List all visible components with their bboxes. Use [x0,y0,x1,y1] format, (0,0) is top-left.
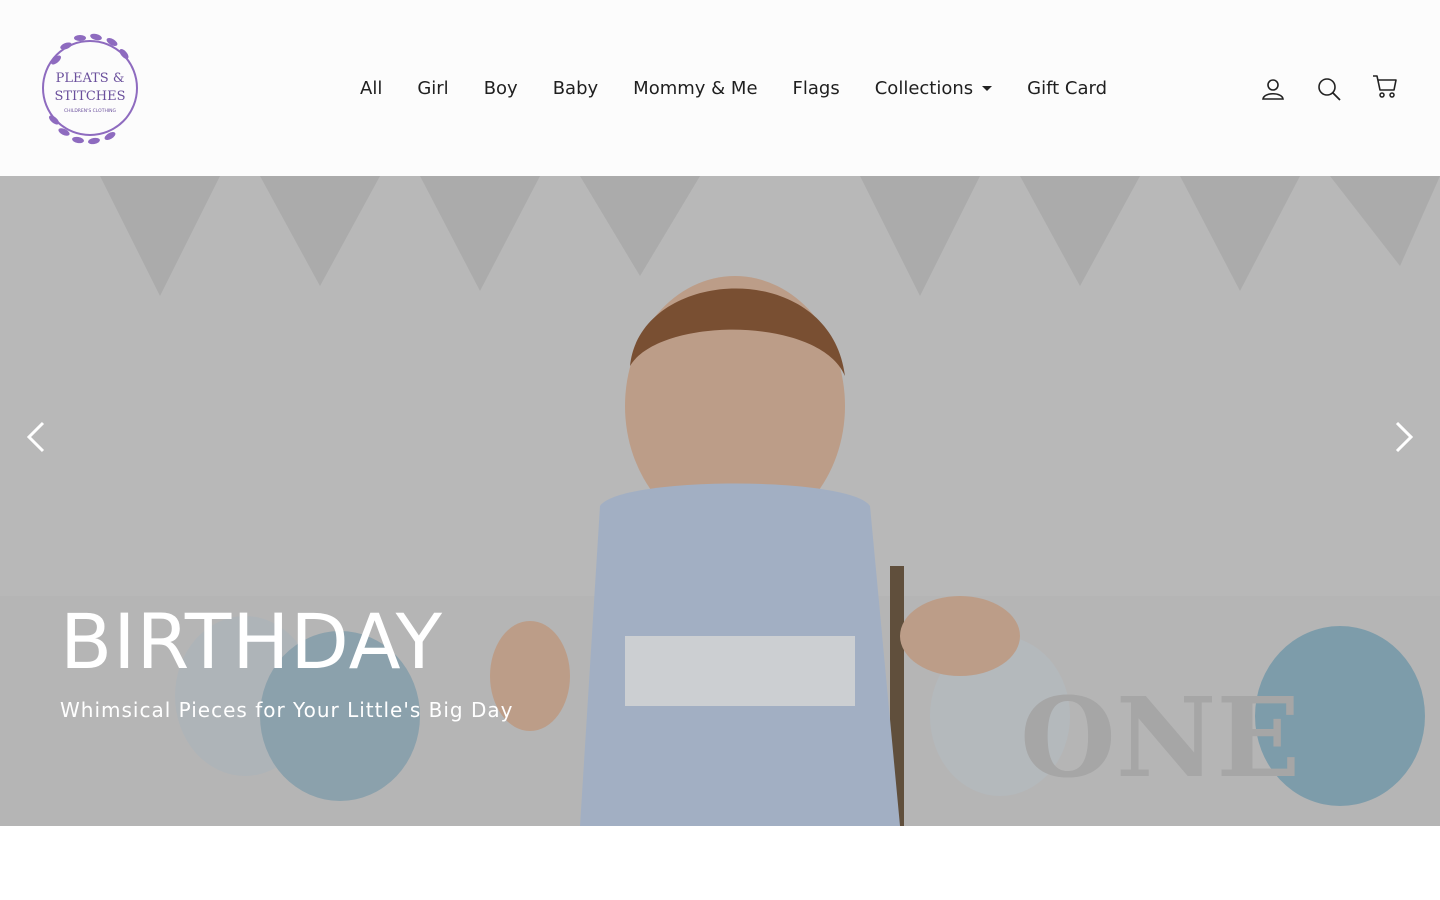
nav-boy[interactable]: Boy [484,78,518,99]
nav-gift-card[interactable]: Gift Card [1027,78,1107,99]
user-icon [1262,79,1284,100]
search-button[interactable] [1314,74,1344,104]
account-button[interactable] [1258,74,1288,104]
nav-baby[interactable]: Baby [553,78,598,99]
nav-label: Mommy & Me [633,77,758,99]
slideshow-next-button[interactable] [1384,420,1424,454]
cart-icon [1373,75,1397,98]
nav-label: All [360,77,383,99]
hero-title: BIRTHDAY [60,597,444,686]
hero-subtitle: Whimsical Pieces for Your Little's Big D… [60,698,514,722]
search-icon [1318,78,1341,101]
nav-label: Baby [552,77,599,99]
chevron-right-icon [1395,421,1414,453]
nav-girl[interactable]: Girl [417,78,448,99]
nav-label: Flags [792,77,840,99]
cart-button[interactable] [1370,72,1400,102]
hero-overlay [0,176,1440,826]
svg-text:STITCHES: STITCHES [54,89,125,104]
nav-label: Collections [874,77,974,99]
nav-label: Boy [483,77,518,99]
svg-text:PLEATS &: PLEATS & [56,71,125,86]
brand-logo[interactable]: PLEATS & STITCHES CHILDREN'S CLOTHING [36,28,144,148]
site-header: PLEATS & STITCHES CHILDREN'S CLOTHING Al… [0,0,1440,176]
nav-label: Gift Card [1027,77,1108,99]
nav-collections[interactable]: Collections [874,77,993,99]
nav-label: Girl [417,77,449,99]
slideshow-prev-button[interactable] [16,420,56,454]
nav-flags[interactable]: Flags [793,78,840,99]
main-nav: All Girl Boy Baby Mommy & Me Flags Colle… [360,74,1107,102]
nav-mommy-and-me[interactable]: Mommy & Me [633,78,757,99]
nav-all[interactable]: All [360,78,382,99]
hero-slideshow: ONE BIRTHDAY Whimsical Pieces for Your L… [0,176,1440,826]
chevron-left-icon [26,421,45,453]
svg-text:CHILDREN'S CLOTHING: CHILDREN'S CLOTHING [64,108,117,114]
caret-down-icon [982,85,993,91]
